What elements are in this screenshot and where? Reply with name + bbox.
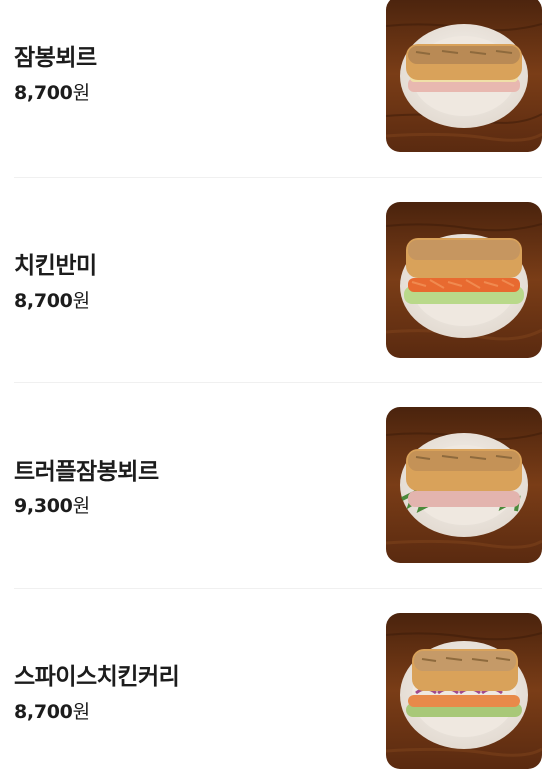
menu-item-name: 치킨반미: [14, 253, 97, 279]
menu-item-text: 잠봉뵈르 8,700원: [14, 0, 354, 153]
menu-item-jambon-beurre[interactable]: 잠봉뵈르 8,700원: [14, 0, 542, 153]
menu-item-chicken-banhmi[interactable]: 치킨반미 8,700원: [14, 202, 542, 359]
menu-item-name: 잠봉뵈르: [14, 45, 97, 71]
divider: [14, 382, 542, 383]
divider: [14, 588, 542, 589]
divider: [14, 177, 542, 178]
menu-item-price: 8,700원: [14, 286, 90, 313]
menu-item-name: 스파이스치킨커리: [14, 664, 180, 690]
menu-item-name: 트러플잠봉뵈르: [14, 459, 159, 485]
price-number: 8,700: [14, 290, 73, 312]
price-unit: 원: [72, 290, 90, 312]
sandwich-photo-illustration: [386, 407, 542, 563]
price-unit: 원: [72, 701, 90, 723]
price-number: 8,700: [14, 701, 73, 723]
menu-item-photo: [386, 202, 542, 358]
menu-item-text: 스파이스치킨커리 8,700원: [14, 613, 354, 770]
menu-item-price: 8,700원: [14, 697, 90, 724]
menu-item-text: 치킨반미 8,700원: [14, 202, 354, 359]
menu-item-truffle-jambon-beurre[interactable]: 트러플잠봉뵈르 9,300원: [14, 407, 542, 564]
sandwich-photo-illustration: [386, 0, 542, 152]
price-number: 9,300: [14, 495, 73, 517]
menu-item-text: 트러플잠봉뵈르 9,300원: [14, 407, 354, 564]
menu-item-price: 9,300원: [14, 491, 90, 518]
menu-item-photo: [386, 613, 542, 769]
price-unit: 원: [72, 495, 90, 517]
price-unit: 원: [72, 82, 90, 104]
menu-item-photo: [386, 0, 542, 152]
sandwich-photo-illustration: [386, 613, 542, 769]
price-number: 8,700: [14, 82, 73, 104]
menu-item-spicy-chicken-curry[interactable]: 스파이스치킨커리 8,700원: [14, 613, 542, 770]
menu-item-price: 8,700원: [14, 78, 90, 105]
sandwich-photo-illustration: [386, 202, 542, 358]
menu-item-photo: [386, 407, 542, 563]
